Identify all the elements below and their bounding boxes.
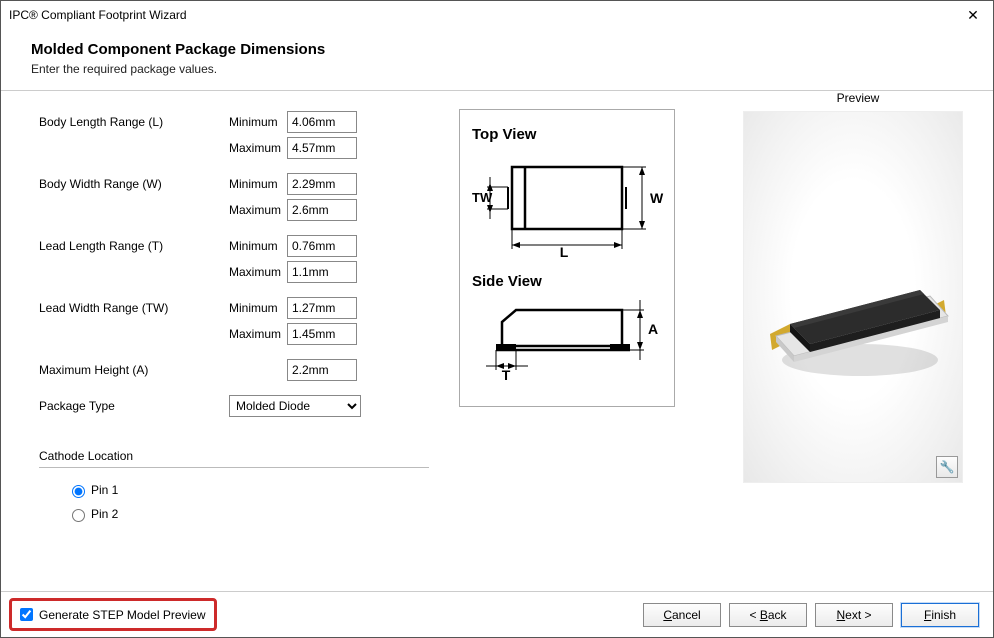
radio-pin1-label: Pin 1 <box>91 483 118 497</box>
form-column: Body Length Range (L) Minimum Maximum Bo… <box>39 109 429 591</box>
divider <box>39 467 429 468</box>
input-lead-width-max[interactable] <box>287 323 357 345</box>
diagram-top-svg: TW W L <box>472 149 664 259</box>
generate-step-highlight: Generate STEP Model Preview <box>9 598 217 631</box>
finish-button[interactable]: Finish <box>901 603 979 627</box>
diagram-side-title: Side View <box>472 273 662 290</box>
label-min: Minimum <box>229 115 287 129</box>
back-button[interactable]: < Back <box>729 603 807 627</box>
wizard-window: IPC® Compliant Footprint Wizard ✕ Molded… <box>0 0 994 638</box>
radio-pin1[interactable] <box>72 485 85 498</box>
window-title: IPC® Compliant Footprint Wizard <box>9 8 961 22</box>
svg-text:W: W <box>650 190 664 206</box>
svg-text:TW: TW <box>472 190 493 205</box>
preview-settings-button[interactable]: 🔧 <box>936 456 958 478</box>
diagram-column: Top View TW <box>459 109 675 591</box>
svg-text:L: L <box>560 244 569 259</box>
label-max: Maximum <box>229 141 287 155</box>
label-cathode-location: Cathode Location <box>39 449 429 463</box>
diagram-side-svg: A T <box>472 296 664 382</box>
input-body-length-max[interactable] <box>287 137 357 159</box>
preview-label: Preview <box>743 91 973 105</box>
titlebar: IPC® Compliant Footprint Wizard ✕ <box>1 1 993 29</box>
radio-row-pin1[interactable]: Pin 1 <box>67 478 429 502</box>
group-lead-length: Lead Length Range (T) Minimum Maximum <box>39 233 429 285</box>
label-max-height: Maximum Height (A) <box>39 363 229 377</box>
close-icon[interactable]: ✕ <box>961 7 985 24</box>
group-lead-width: Lead Width Range (TW) Minimum Maximum <box>39 295 429 347</box>
label-package-type: Package Type <box>39 399 229 413</box>
page-subtitle: Enter the required package values. <box>31 62 963 76</box>
next-button[interactable]: Next > <box>815 603 893 627</box>
label-generate-step: Generate STEP Model Preview <box>39 608 206 622</box>
input-max-height[interactable] <box>287 359 357 381</box>
input-lead-length-max[interactable] <box>287 261 357 283</box>
preview-3d-icon <box>752 248 956 388</box>
checkbox-generate-step[interactable] <box>20 608 33 621</box>
page-title: Molded Component Package Dimensions <box>31 41 963 58</box>
label-body-width: Body Width Range (W) <box>39 177 229 191</box>
preview-column: Preview <box>743 91 973 483</box>
group-body-length: Body Length Range (L) Minimum Maximum <box>39 109 429 161</box>
input-body-length-min[interactable] <box>287 111 357 133</box>
svg-text:A: A <box>648 321 658 337</box>
label-body-length: Body Length Range (L) <box>39 115 229 129</box>
select-package-type[interactable]: Molded Diode <box>229 395 361 417</box>
content: Body Length Range (L) Minimum Maximum Bo… <box>1 91 993 591</box>
header: Molded Component Package Dimensions Ente… <box>1 29 993 91</box>
group-max-height: Maximum Height (A) <box>39 357 429 383</box>
radio-pin2-label: Pin 2 <box>91 507 118 521</box>
cancel-button[interactable]: Cancel <box>643 603 721 627</box>
input-body-width-max[interactable] <box>287 199 357 221</box>
preview-3d-viewport[interactable]: 🔧 <box>743 111 963 483</box>
input-lead-width-min[interactable] <box>287 297 357 319</box>
input-body-width-min[interactable] <box>287 173 357 195</box>
radio-pin2[interactable] <box>72 509 85 522</box>
wrench-icon: 🔧 <box>940 460 955 474</box>
label-lead-length: Lead Length Range (T) <box>39 239 229 253</box>
svg-text:T: T <box>502 367 511 382</box>
diagram-top-title: Top View <box>472 126 662 143</box>
group-body-width: Body Width Range (W) Minimum Maximum <box>39 171 429 223</box>
radio-row-pin2[interactable]: Pin 2 <box>67 502 429 526</box>
label-lead-width: Lead Width Range (TW) <box>39 301 229 315</box>
diagram-box: Top View TW <box>459 109 675 407</box>
input-lead-length-min[interactable] <box>287 235 357 257</box>
footer: Generate STEP Model Preview Cancel < Bac… <box>1 591 993 637</box>
group-package-type: Package Type Molded Diode <box>39 393 429 419</box>
